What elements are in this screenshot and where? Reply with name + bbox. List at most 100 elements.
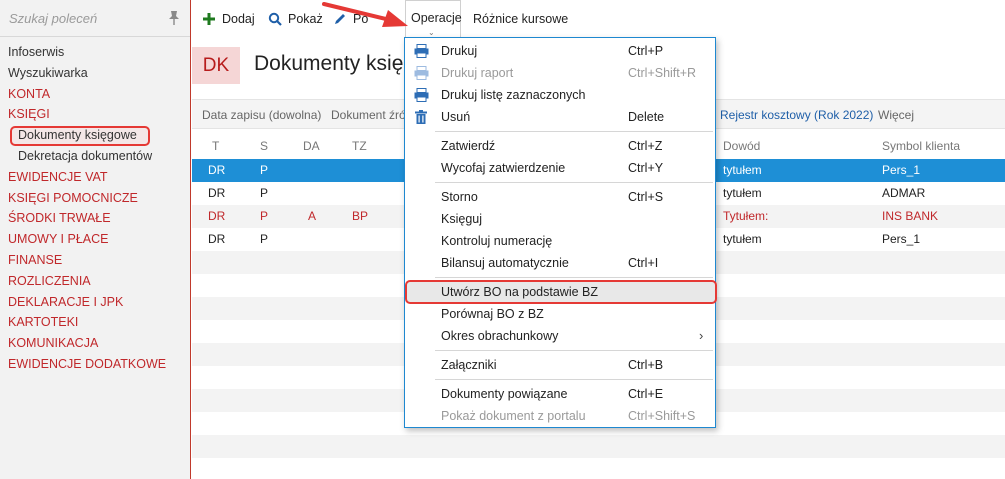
menu-item-zatwierdz[interactable]: Zatwierdź Ctrl+Z [405, 135, 715, 157]
sidebar-item-deklaracje[interactable]: DEKLARACJE I JPK [0, 292, 190, 313]
menu-item-pokaz-dokument[interactable]: Pokaż dokument z portalu Ctrl+Shift+S [405, 405, 715, 427]
cell-client: Pers_1 [882, 163, 921, 177]
cell-s: P [260, 232, 269, 246]
cell-s: P [260, 163, 269, 177]
cell-client: Pers_1 [882, 232, 921, 246]
sidebar-item-ksiegi[interactable]: KSIĘGI [0, 104, 190, 125]
menu-item-label: Drukuj [441, 44, 478, 58]
menu-item-label: Zatwierdź [441, 139, 496, 153]
trash-icon [415, 110, 427, 124]
column-header-da[interactable]: DA [303, 139, 320, 153]
page-title: Dokumenty księg [254, 52, 416, 75]
menu-item-shortcut: Ctrl+Y [628, 161, 664, 175]
sidebar-item-finanse[interactable]: FINANSE [0, 250, 190, 271]
sidebar-item-srodki-trwale[interactable]: ŚRODKI TRWAŁE [0, 208, 190, 229]
sidebar-item-kartoteki[interactable]: KARTOTEKI [0, 312, 190, 333]
menu-item-usun[interactable]: Usuń Delete [405, 106, 715, 128]
menu-item-kontroluj-numeracje[interactable]: Kontroluj numerację [405, 230, 715, 252]
menu-item-shortcut: Ctrl+B [628, 358, 664, 372]
chevron-down-icon: ⌄ [428, 28, 435, 37]
menu-item-zalaczniki[interactable]: Załączniki Ctrl+B [405, 354, 715, 376]
menu-item-label: Dokumenty powiązane [441, 387, 568, 401]
printer-icon [414, 66, 429, 80]
menu-item-wycofaj[interactable]: Wycofaj zatwierdzenie Ctrl+Y [405, 157, 715, 179]
printer-icon [414, 44, 429, 58]
column-header-reason[interactable]: Dowód [723, 139, 760, 153]
filter-cost-register[interactable]: Rejestr kosztowy (Rok 2022) [720, 108, 873, 122]
cell-t: DR [208, 209, 226, 223]
menu-separator [435, 277, 713, 278]
menu-item-label: Pokaż dokument z portalu [441, 409, 586, 423]
menu-item-label: Usuń [441, 110, 471, 124]
menu-item-drukuj-liste[interactable]: Drukuj listę zaznaczonych [405, 84, 715, 106]
menu-separator [435, 379, 713, 380]
sidebar-item-dokumenty-ksiegowe[interactable]: Dokumenty księgowe [0, 125, 190, 147]
menu-separator [435, 182, 713, 183]
menu-item-label: Załączniki [441, 358, 497, 372]
empty-row [192, 435, 1005, 458]
cell-t: DR [208, 232, 226, 246]
menu-item-label: Bilansuj automatycznie [441, 256, 569, 270]
annotation-arrow-icon [322, 2, 408, 27]
menu-item-label: Utwórz BO na podstawie BZ [441, 285, 599, 299]
menu-item-utworz-bo[interactable]: Utwórz BO na podstawie BZ [405, 281, 715, 303]
search-input[interactable]: Szukaj poleceń [9, 11, 97, 26]
command-search[interactable]: Szukaj poleceń [0, 0, 190, 37]
sidebar-item-konta[interactable]: KONTA [0, 84, 190, 105]
menu-item-label: Okres obrachunkowy [441, 329, 559, 343]
cell-client: INS BANK [882, 209, 939, 223]
menu-item-drukuj[interactable]: Drukuj Ctrl+P [405, 40, 715, 62]
menu-item-shortcut: Delete [628, 110, 665, 124]
column-header-t[interactable]: T [212, 139, 219, 153]
toolbar: Dodaj Pokaż Po Operacje ⌄ Różnice kursow… [192, 0, 1005, 37]
pin-icon[interactable] [167, 10, 181, 26]
menu-item-shortcut: Ctrl+I [628, 256, 659, 270]
sidebar-item-wyszukiwarka[interactable]: Wyszukiwarka [0, 63, 190, 84]
cell-reason: tytułem [723, 232, 762, 246]
menu-item-shortcut: Ctrl+E [628, 387, 664, 401]
menu-item-bilansuj[interactable]: Bilansuj automatycznie Ctrl+I [405, 252, 715, 274]
sidebar-item-ewidencje-vat[interactable]: EWIDENCJE VAT [0, 167, 190, 188]
column-header-s[interactable]: S [260, 139, 268, 153]
cell-tz: BP [352, 209, 369, 223]
sidebar-item-label: Dokumenty księgowe [18, 128, 137, 143]
add-label: Dodaj [222, 12, 255, 26]
exchange-label: Różnice kursowe [473, 12, 569, 26]
cell-client: ADMAR [882, 186, 926, 200]
menu-item-porownaj-bo[interactable]: Porównaj BO z BZ [405, 303, 715, 325]
operations-menu-button[interactable]: Operacje ⌄ [405, 0, 462, 37]
menu-item-okres-obrachunkowy[interactable]: Okres obrachunkowy › [405, 325, 715, 347]
sidebar-item-komunikacja[interactable]: KOMUNIKACJA [0, 333, 190, 354]
column-header-client[interactable]: Symbol klienta [882, 139, 960, 153]
menu-item-label: Wycofaj zatwierdzenie [441, 161, 566, 175]
sidebar-item-ewidencje-dodatkowe[interactable]: EWIDENCJE DODATKOWE [0, 354, 190, 375]
sidebar-item-umowy-i-place[interactable]: UMOWY I PŁACE [0, 229, 190, 250]
menu-item-storno[interactable]: Storno Ctrl+S [405, 186, 715, 208]
printer-icon [414, 88, 429, 102]
cell-reason: tytułem [723, 186, 762, 200]
column-header-tz[interactable]: TZ [352, 139, 367, 153]
sidebar: Szukaj poleceń Infoserwis Wyszukiwarka K… [0, 0, 191, 479]
filter-source-document[interactable]: Dokument źró [331, 108, 406, 122]
menu-item-dokumenty-powiazane[interactable]: Dokumenty powiązane Ctrl+E [405, 383, 715, 405]
menu-item-label: Kontroluj numerację [441, 234, 553, 248]
menu-item-shortcut: Ctrl+S [628, 190, 664, 204]
menu-separator [435, 131, 713, 132]
cell-t: DR [208, 186, 226, 200]
menu-item-ksieguj[interactable]: Księguj [405, 208, 715, 230]
chevron-right-icon: › [699, 328, 704, 343]
cell-reason: Tytułem: [723, 209, 769, 223]
sidebar-item-dekretacja[interactable]: Dekretacja dokumentów [0, 146, 190, 167]
filter-more[interactable]: Więcej [878, 108, 914, 122]
sidebar-item-rozliczenia[interactable]: ROZLICZENIA [0, 271, 190, 292]
module-badge: DK [192, 47, 240, 84]
sidebar-nav: Infoserwis Wyszukiwarka KONTA KSIĘGI Dok… [0, 42, 190, 375]
sidebar-item-ksiegi-pomocnicze[interactable]: KSIĘGI POMOCNICZE [0, 188, 190, 209]
menu-item-drukuj-raport[interactable]: Drukuj raport Ctrl+Shift+R [405, 62, 715, 84]
sidebar-item-infoserwis[interactable]: Infoserwis [0, 42, 190, 63]
filter-date[interactable]: Data zapisu (dowolna) [202, 108, 321, 122]
menu-item-label: Storno [441, 190, 478, 204]
operations-label: Operacje [411, 11, 462, 25]
menu-item-shortcut: Ctrl+Shift+R [628, 66, 697, 80]
menu-item-label: Drukuj raport [441, 66, 514, 80]
